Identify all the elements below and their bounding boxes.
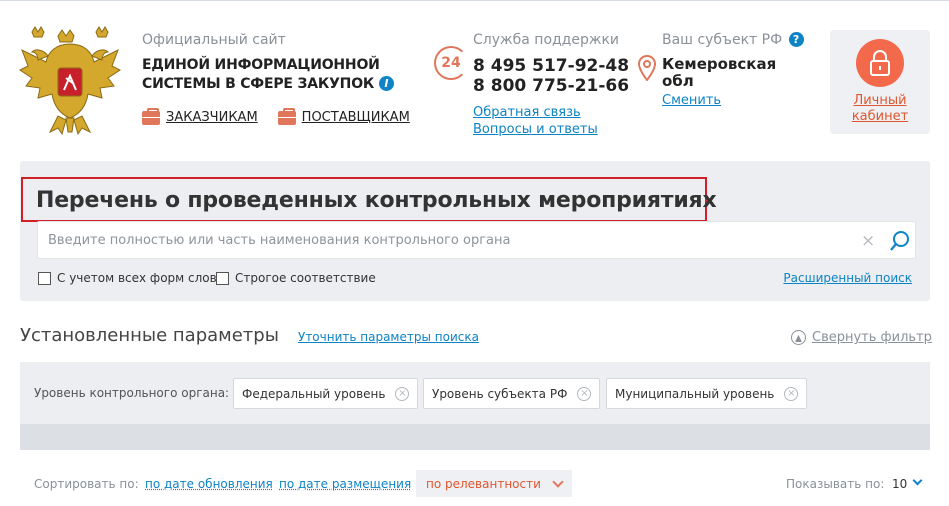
filter-label: Уровень контрольного органа: [34, 386, 230, 400]
search-icon[interactable] [889, 230, 911, 252]
search-input[interactable] [48, 222, 848, 258]
site-caption: Официальный сайт [142, 32, 286, 48]
remove-chip-icon[interactable]: × [784, 386, 799, 401]
support-block: Служба поддержки 8 495 517-92-48 8 800 7… [473, 32, 629, 138]
info-icon[interactable]: i [378, 76, 394, 91]
site-title-block: Официальный сайт Единой информационной с… [142, 32, 394, 94]
page-size-select[interactable]: 10 [892, 477, 907, 491]
strict-match-label: Строгое соответствие [235, 271, 376, 285]
feedback-link[interactable]: Обратная связь [473, 104, 629, 121]
support-caption: Служба поддержки [473, 32, 620, 48]
help-icon[interactable]: ? [788, 32, 804, 47]
strict-match-checkbox[interactable] [216, 271, 229, 285]
all-word-forms-option[interactable]: С учетом всех форм слов [38, 271, 217, 285]
region-caption: Ваш субъект РФ ? [662, 32, 804, 48]
support-24-icon: 24 [434, 46, 468, 80]
collapse-filter-button[interactable]: ▲ Свернуть фильтр [791, 330, 932, 345]
remove-chip-icon[interactable]: × [577, 386, 592, 401]
customers-link[interactable]: ЗАКАЗЧИКАМ [142, 107, 258, 125]
site-name-line1: Единой информационной [142, 57, 380, 73]
clear-icon[interactable]: × [861, 231, 875, 251]
site-name[interactable]: Единой информационной системы в сфере за… [142, 56, 394, 94]
region-block: Ваш субъект РФ ? Кемеровская обл Сменить [662, 32, 804, 109]
customers-link-label: ЗАКАЗЧИКАМ [166, 110, 258, 125]
sort-label: Сортировать по: [34, 477, 139, 491]
briefcase-icon [277, 107, 296, 125]
sort-by-update-link[interactable]: по дате обновления [145, 477, 273, 491]
search-box: × [37, 221, 916, 259]
filter-chip-municipal[interactable]: Муниципальный уровень × [606, 378, 808, 409]
sort-by-relevance-label: по релевантности [426, 477, 541, 491]
filter-panel-footer [20, 424, 930, 450]
refine-search-link[interactable]: Уточнить параметры поиска [298, 330, 479, 344]
role-links: ЗАКАЗЧИКАМ ПОСТАВЩИКАМ [142, 107, 410, 125]
filter-chip-regional[interactable]: Уровень субъекта РФ × [423, 378, 601, 409]
russia-coat-of-arms-icon[interactable] [18, 26, 122, 138]
support-phone-2[interactable]: 8 800 775-21-66 [473, 76, 629, 96]
filter-chip-label: Муниципальный уровень [615, 386, 775, 401]
sort-by-relevance-button[interactable]: по релевантности [416, 470, 572, 497]
lock-icon [856, 39, 904, 87]
filter-chip-label: Федеральный уровень [242, 386, 386, 401]
filter-chip-federal[interactable]: Федеральный уровень × [233, 378, 419, 409]
region-name: Кемеровская обл [662, 55, 777, 90]
support-phone-1[interactable]: 8 495 517-92-48 [473, 56, 629, 76]
region-caption-text: Ваш субъект РФ [662, 32, 783, 48]
personal-cabinet-button[interactable]: Личный кабинет [830, 30, 930, 134]
briefcase-icon [142, 107, 160, 125]
page-title: Перечень о проведенных контрольных мероп… [36, 188, 717, 213]
all-word-forms-checkbox[interactable] [38, 271, 51, 285]
filter-chip-label: Уровень субъекта РФ [432, 386, 568, 401]
page-size-label: Показывать по: [786, 477, 885, 491]
advanced-search-link[interactable]: Расширенный поиск [783, 271, 912, 285]
suppliers-link[interactable]: ПОСТАВЩИКАМ [277, 107, 410, 125]
chevron-up-icon: ▲ [791, 330, 806, 345]
suppliers-link-label: ПОСТАВЩИКАМ [301, 110, 410, 125]
faq-link[interactable]: Вопросы и ответы [473, 121, 629, 138]
collapse-filter-label: Свернуть фильтр [812, 330, 932, 345]
site-name-line2: системы в сфере закупок [142, 76, 375, 92]
top-border [0, 0, 949, 4]
params-title: Установленные параметры [20, 325, 279, 346]
strict-match-option[interactable]: Строгое соответствие [216, 271, 376, 285]
personal-cabinet-label: Личный кабинет [851, 93, 909, 124]
change-region-link[interactable]: Сменить [662, 92, 804, 109]
remove-chip-icon[interactable]: × [395, 386, 410, 401]
chevron-down-icon[interactable] [912, 475, 923, 486]
location-pin-icon [638, 55, 656, 81]
chevron-down-icon [552, 476, 564, 488]
all-word-forms-label: С учетом всех форм слов [57, 271, 217, 285]
sort-by-placement-link[interactable]: по дате размещения [279, 477, 411, 491]
